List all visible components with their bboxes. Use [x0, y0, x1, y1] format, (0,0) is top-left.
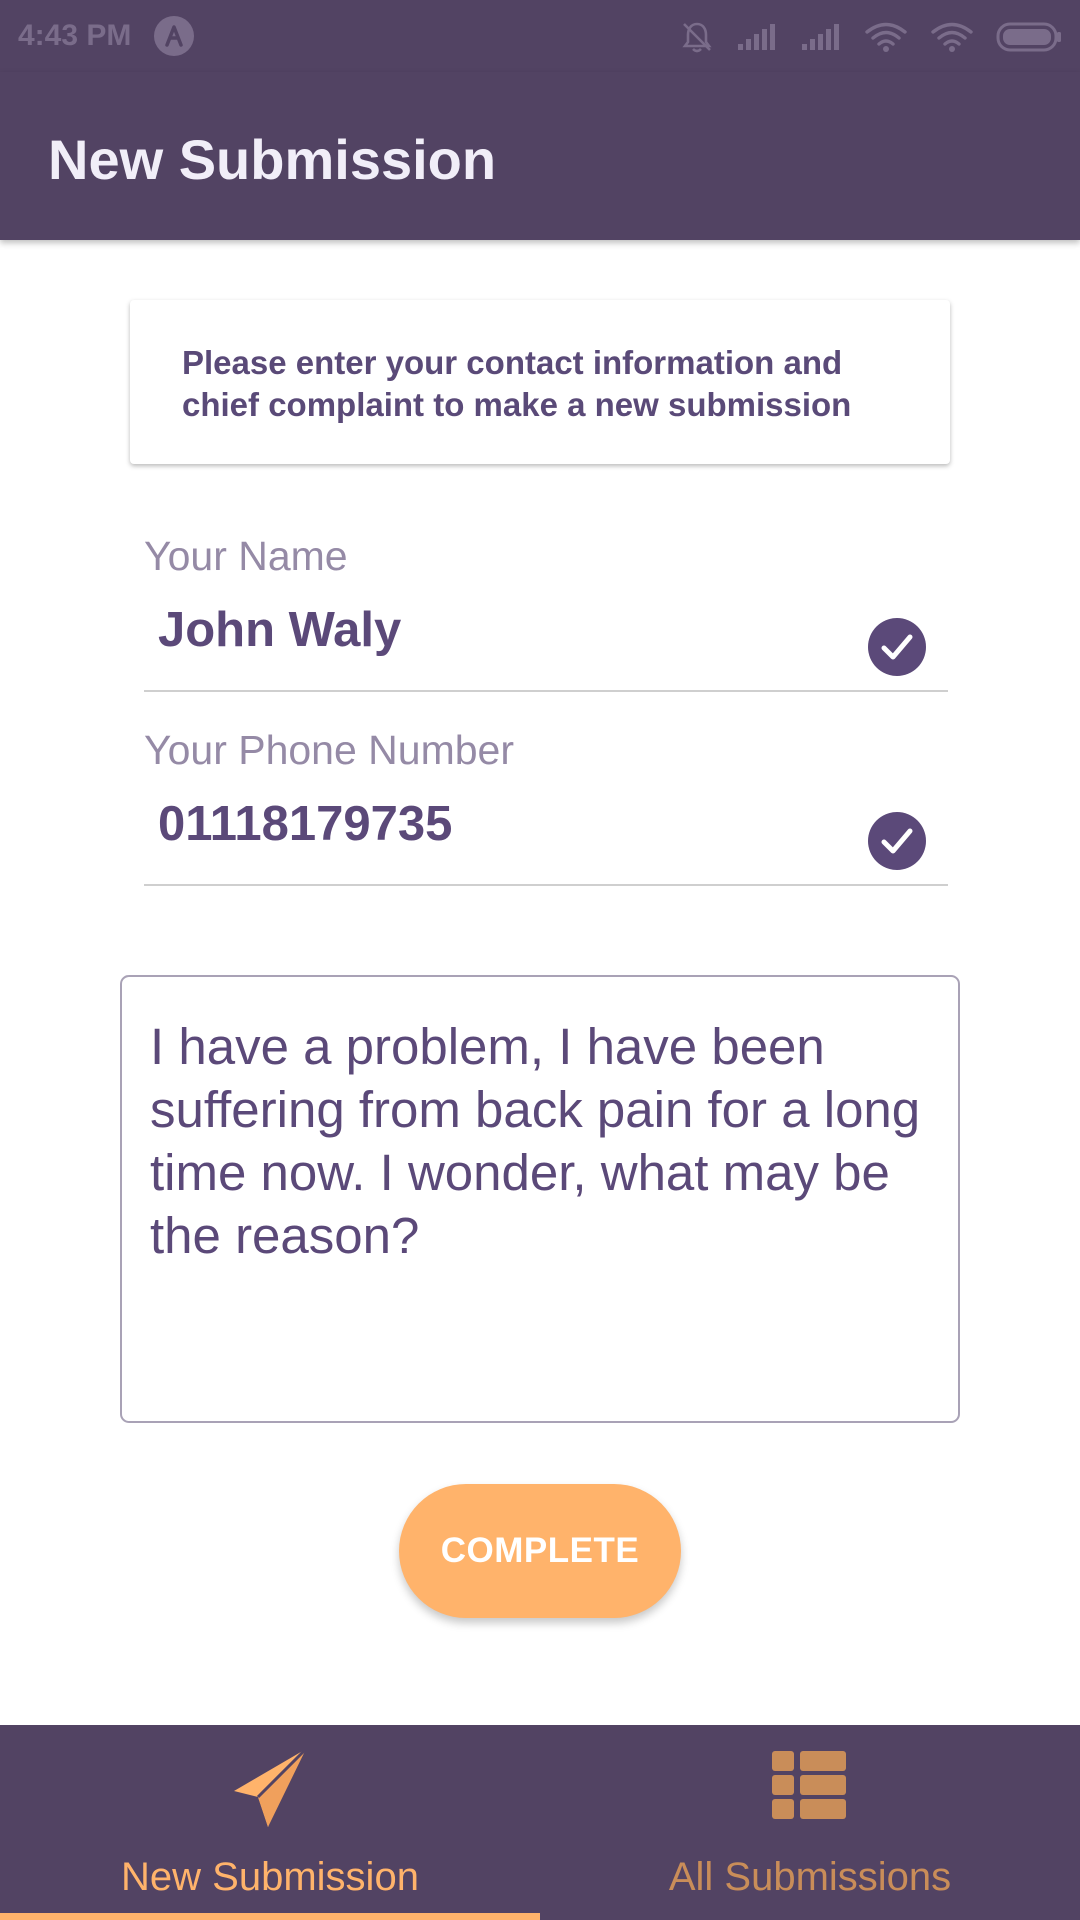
name-label: Your Name — [144, 533, 348, 579]
phone-underline — [144, 884, 948, 886]
mute-bell-icon — [682, 22, 712, 53]
nav-item-new-submission[interactable]: New Submission — [0, 1725, 540, 1920]
phone-input[interactable]: 01118179735 — [158, 794, 452, 854]
info-text: Please enter your contact information an… — [182, 344, 852, 423]
paper-plane-icon — [234, 1747, 308, 1827]
name-input[interactable]: John Waly — [158, 600, 401, 660]
check-circle-icon — [868, 812, 926, 870]
list-grid-icon — [772, 1751, 846, 1819]
complete-button[interactable]: COMPLETE — [399, 1484, 681, 1618]
active-tab-indicator — [0, 1913, 540, 1920]
nav-label-new-submission: New Submission — [121, 1855, 419, 1899]
check-circle-icon — [868, 618, 926, 676]
status-bar: 4:43 PM — [0, 0, 1080, 72]
complaint-text[interactable]: I have a problem, I have been suffering … — [150, 1015, 928, 1267]
name-underline — [144, 690, 948, 692]
bottom-nav: New Submission All Submissions — [0, 1725, 1080, 1920]
nav-item-all-submissions[interactable]: All Submissions — [540, 1725, 1080, 1920]
phone-field[interactable]: Your Phone Number 01118179735 — [144, 726, 948, 890]
status-time: 4:43 PM — [18, 19, 132, 52]
page-title: New Submission — [48, 128, 497, 191]
nav-label-all-submissions: All Submissions — [668, 1855, 952, 1899]
complaint-textarea[interactable]: I have a problem, I have been suffering … — [120, 975, 960, 1423]
signal-icon — [738, 24, 775, 50]
signal-icon — [802, 24, 839, 50]
name-field[interactable]: Your Name John Waly — [144, 532, 948, 696]
phone-label: Your Phone Number — [144, 727, 515, 773]
wifi-icon — [865, 22, 907, 52]
wifi-icon — [931, 22, 973, 52]
status-icons — [680, 18, 1062, 56]
info-card: Please enter your contact information an… — [130, 300, 950, 464]
battery-icon — [996, 22, 1061, 52]
app-bar: New Submission — [0, 72, 1080, 240]
notification-app-icon — [154, 16, 194, 56]
